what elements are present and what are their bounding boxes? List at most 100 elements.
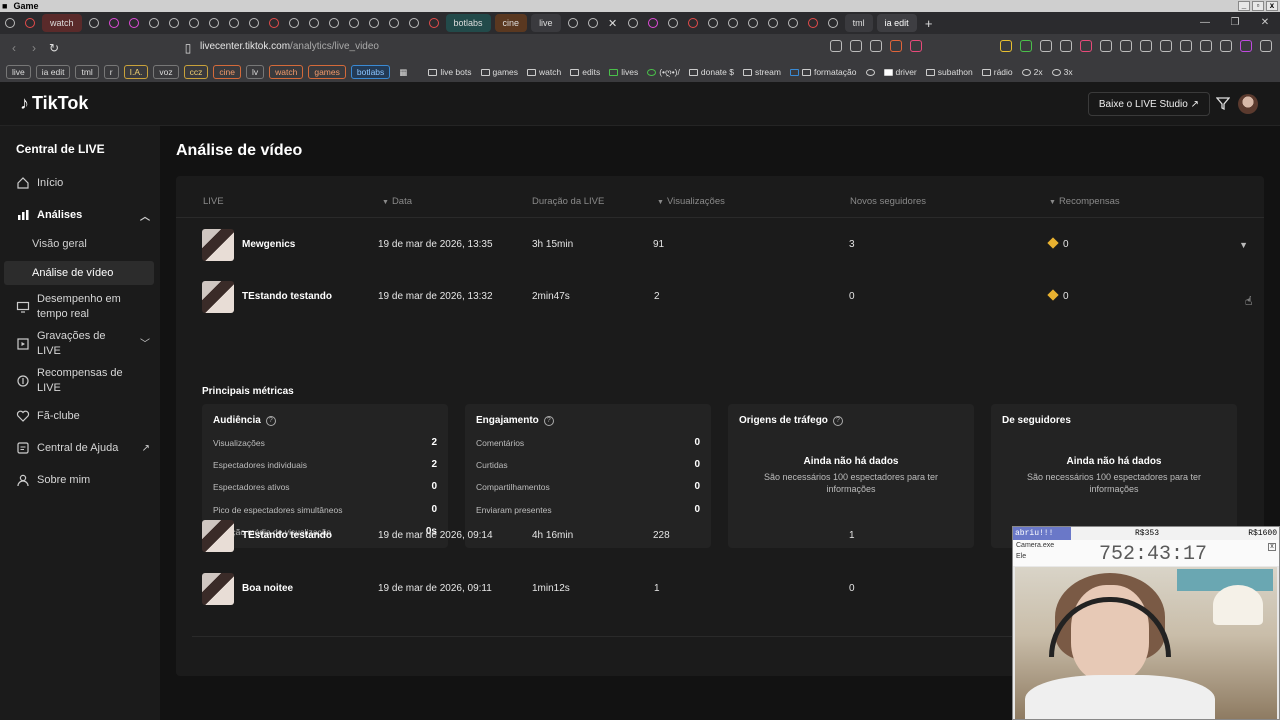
tab-icon[interactable] (623, 12, 643, 34)
bookmark-item[interactable]: stream (742, 67, 781, 77)
tab-botlabs[interactable]: botlabs (445, 14, 491, 32)
tab-icon[interactable] (783, 12, 803, 34)
close-tab-icon[interactable]: ✕ (603, 12, 623, 34)
minimize-icon[interactable]: _ (1238, 1, 1250, 11)
bookmark-icon[interactable]: ▯ (178, 41, 198, 55)
tab-icon[interactable] (284, 12, 304, 34)
extension-icon[interactable] (1000, 40, 1012, 52)
extension-icon[interactable] (1040, 40, 1052, 52)
column-header-visualizacoes[interactable]: ▼ Visualizações (657, 196, 725, 207)
new-tab-button[interactable]: + (919, 12, 939, 34)
sidebar-item-desempenho[interactable]: Desempenho em tempo real (16, 292, 154, 322)
tab-icon[interactable] (703, 12, 723, 34)
tab-icon[interactable] (104, 12, 124, 34)
tab-icon[interactable] (404, 12, 424, 34)
apps-grid-icon[interactable]: ▦ (399, 67, 407, 78)
tab-icon[interactable] (563, 12, 583, 34)
tab-icon[interactable] (344, 12, 364, 34)
bookmark-chip[interactable]: live (6, 65, 31, 79)
bookmark-item[interactable]: games (480, 67, 518, 77)
bookmark-chip[interactable]: tml (75, 65, 99, 79)
url-field[interactable]: livecenter.tiktok.com/analytics/live_vid… (200, 41, 379, 52)
sidebar-item-fa-clube[interactable]: Fã-clube (16, 409, 154, 423)
bookmark-chip[interactable]: watch (269, 65, 304, 79)
tab-icon[interactable] (324, 12, 344, 34)
bookmark-item[interactable]: rádio (981, 67, 1013, 77)
bookmark-item[interactable]: formatação (789, 67, 857, 77)
table-row-expanded[interactable]: TEstando testando 19 de mar de 2026, 13:… (176, 270, 1264, 322)
bookmark-item[interactable]: watch (527, 67, 561, 77)
bookmark-chip[interactable]: I.A. (123, 65, 149, 79)
vpn-icon[interactable] (1220, 40, 1232, 52)
profile-icon[interactable] (1240, 40, 1252, 52)
bookmark-item[interactable]: subathon (925, 67, 973, 77)
sidebar-item-analise-video[interactable]: Análise de vídeo (4, 261, 154, 285)
tab-icon[interactable] (424, 12, 444, 34)
tab-icon[interactable] (144, 12, 164, 34)
tab-icon[interactable] (264, 12, 284, 34)
download-live-studio-button[interactable]: Baixe o LIVE Studio ↗ (1087, 92, 1210, 116)
tab-icon[interactable] (384, 12, 404, 34)
tab-icon[interactable] (643, 12, 663, 34)
bookmark-item[interactable]: 2x (1021, 67, 1043, 77)
tab-icon[interactable] (244, 12, 264, 34)
extension-icon[interactable] (850, 40, 862, 52)
extension-icon[interactable] (1020, 40, 1032, 52)
sidebar-item-recompensas[interactable]: Recompensas de LIVE (16, 366, 154, 396)
table-row[interactable]: Mewgenics 19 de mar de 2026, 13:35 3h 15… (176, 218, 1264, 270)
tab-live[interactable]: live (531, 14, 561, 32)
tab-icon[interactable] (204, 12, 224, 34)
leo-icon[interactable] (1200, 40, 1212, 52)
tab-icon[interactable] (683, 12, 703, 34)
tab-icon[interactable] (763, 12, 783, 34)
tab-icon[interactable] (0, 12, 20, 34)
extension-icon[interactable] (830, 40, 842, 52)
tiktok-logo[interactable]: ♪ TikTok (20, 93, 88, 114)
bookmark-chip[interactable]: voz (153, 65, 179, 79)
tab-icon[interactable] (803, 12, 823, 34)
sidebar-item-inicio[interactable]: Início (16, 176, 154, 190)
puzzle-icon[interactable] (1120, 40, 1132, 52)
sidebar-item-visao-geral[interactable]: Visão geral (32, 238, 87, 250)
tab-icon[interactable] (823, 12, 843, 34)
reload-icon[interactable]: ↻ (44, 41, 64, 55)
bookmark-item[interactable]: (•ღ•)/ (647, 67, 680, 78)
bookmark-item[interactable] (865, 68, 875, 76)
tab-icon[interactable] (224, 12, 244, 34)
sidebar-item-gravacoes[interactable]: Gravações de LIVE ﹀ (16, 329, 154, 359)
bookmark-item[interactable]: driver (883, 67, 917, 77)
brave-shield-icon[interactable] (890, 40, 902, 52)
extension-icon[interactable] (1060, 40, 1072, 52)
sidebar-item-ajuda[interactable]: Central de Ajuda ↗ (16, 441, 154, 455)
bookmark-item[interactable]: live bots (428, 67, 472, 77)
restore-icon[interactable]: ▫ (1252, 1, 1264, 11)
menu-icon[interactable] (1260, 40, 1272, 52)
bookmark-chip[interactable]: games (308, 65, 346, 79)
tab-icon[interactable] (184, 12, 204, 34)
share-icon[interactable] (870, 40, 882, 52)
extension-icon[interactable] (1100, 40, 1112, 52)
restore-icon[interactable]: ❐ (1220, 12, 1250, 34)
bookmark-chip[interactable]: r (103, 65, 119, 79)
tab-icon[interactable] (164, 12, 184, 34)
close-icon[interactable]: x (1266, 1, 1278, 11)
bookmark-item[interactable]: lives (609, 67, 638, 77)
tab-icon[interactable] (84, 12, 104, 34)
tab-icon[interactable] (304, 12, 324, 34)
avatar[interactable] (1238, 94, 1258, 114)
tab-icon[interactable] (364, 12, 384, 34)
bookmark-chip[interactable]: botlabs (350, 65, 391, 79)
chevron-down-icon[interactable]: ▼ (1239, 240, 1248, 250)
extension-icon[interactable] (1140, 40, 1152, 52)
minimize-icon[interactable]: — (1190, 12, 1220, 34)
bookmark-chip[interactable]: ia edit (35, 65, 71, 79)
sidebar-item-analises[interactable]: Análises ︿ (16, 208, 154, 223)
close-icon[interactable]: ✕ (1250, 12, 1280, 34)
tab-cine[interactable]: cine (494, 14, 528, 32)
tab-tml[interactable]: tml (844, 14, 873, 32)
sidebar-icon[interactable] (1160, 40, 1172, 52)
column-header-data[interactable]: ▼ Data (382, 196, 412, 207)
bookmark-chip[interactable]: lv (245, 65, 265, 79)
tab-icon[interactable] (723, 12, 743, 34)
tab-icon[interactable] (743, 12, 763, 34)
